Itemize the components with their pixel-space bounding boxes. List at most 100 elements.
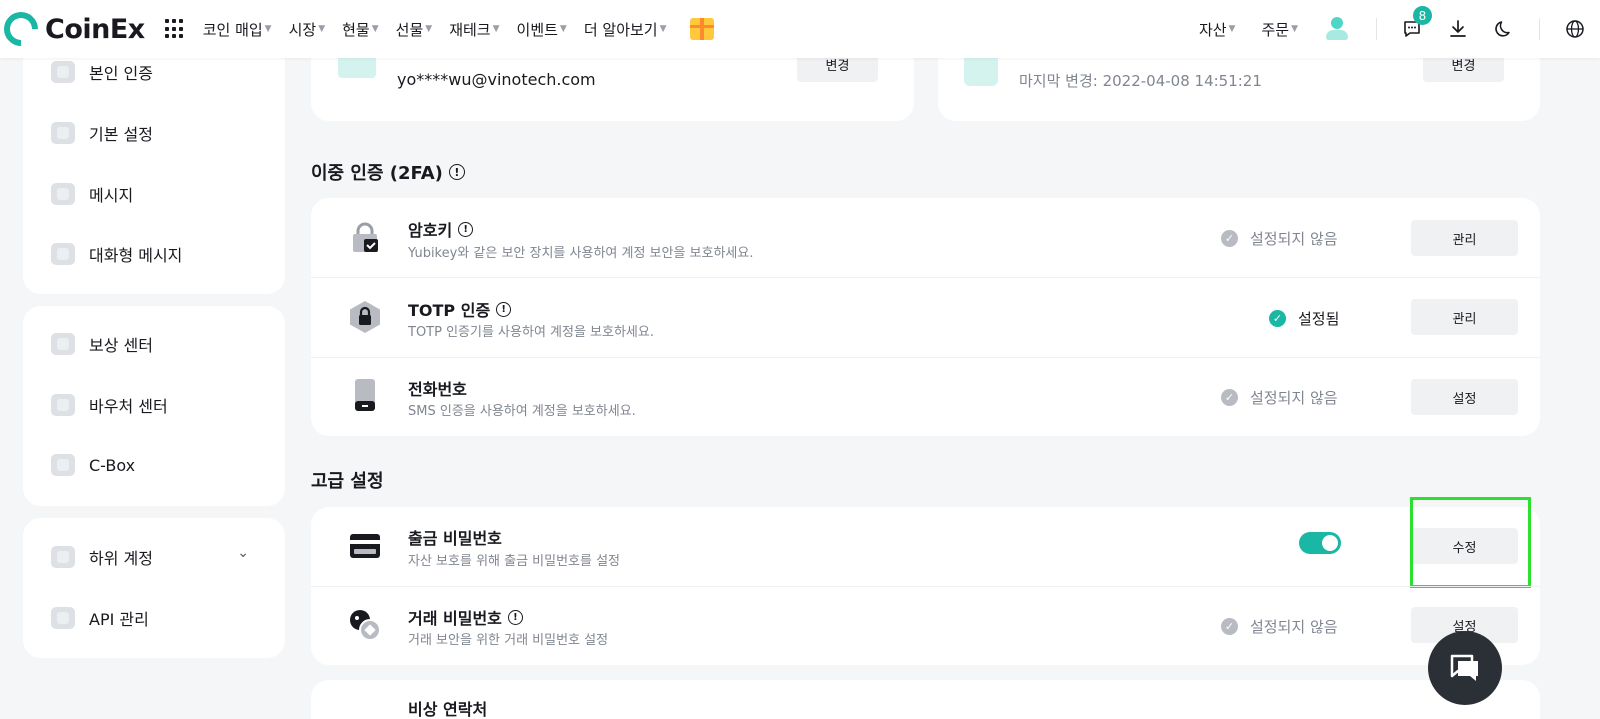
chevron-down-icon: ▼ (425, 24, 433, 34)
twofa-section-title: 이중 인증 (2FA)! (311, 159, 465, 185)
credit-card-icon (350, 534, 380, 558)
chat-icon (51, 243, 75, 265)
nav-buy-crypto[interactable]: 코인 매입 ▼ (203, 19, 272, 40)
chevron-down-icon: ▼ (264, 24, 272, 34)
totp-status: ✓ 설정됨 (1269, 308, 1339, 329)
messages-button[interactable]: 8 (1401, 6, 1432, 40)
sub-account-icon (51, 546, 75, 568)
logo-text: CoinEx (45, 13, 145, 45)
phone-description: SMS 인증을 사용하여 계정을 보호하세요. (408, 404, 636, 419)
info-icon[interactable]: ! (448, 164, 465, 180)
user-avatar-icon[interactable] (1324, 16, 1350, 42)
nav-finance[interactable]: 재테크 ▼ (449, 19, 499, 40)
top-navbar: CoinEx 코인 매입 ▼ 시장 ▼ 현물 ▼ 선물 ▼ 재테크 ▼ 이벤트 ▼ 더 알아… (0, 0, 1600, 58)
message-count-badge: 8 (1413, 6, 1432, 25)
advanced-section-title: 고급 설정 (311, 471, 384, 492)
coinex-logo[interactable]: CoinEx (0, 4, 145, 54)
password-last-changed: 마지막 변경: 2022-04-08 14:51:21 (1019, 72, 1262, 90)
emergency-contact-card: 비상 연락처 (311, 680, 1540, 719)
check-circle-icon: ✓ (1221, 618, 1238, 635)
main-nav: 코인 매입 ▼ 시장 ▼ 현물 ▼ 선물 ▼ 재테크 ▼ 이벤트 ▼ 더 알아보기 ▼ (195, 19, 676, 40)
nav-more[interactable]: 더 알아보기 ▼ (584, 19, 667, 40)
chevron-down-icon: ▼ (492, 24, 500, 34)
chevron-down-icon: ▼ (1228, 24, 1236, 34)
moon-icon (1495, 21, 1510, 37)
highlight-box (1410, 497, 1531, 588)
manage-totp-button[interactable]: 관리 (1411, 299, 1518, 335)
withdrawal-password-toggle[interactable] (1299, 532, 1341, 554)
chevron-down-icon[interactable]: ⌄ (237, 545, 249, 561)
passkey-status: ✓ 설정되지 않음 (1221, 228, 1338, 249)
support-chat-button[interactable] (1428, 631, 1502, 705)
voucher-icon (51, 394, 75, 416)
info-icon[interactable]: ! (507, 609, 523, 625)
phone-title: 전화번호 (408, 380, 467, 399)
language-button[interactable] (1564, 18, 1586, 40)
row-divider (311, 586, 1540, 587)
totp-title: TOTP 인증! (408, 297, 512, 321)
sidebar-item-voucher-center[interactable]: 바우처 센터 (51, 393, 168, 417)
theme-toggle-button[interactable] (1493, 18, 1515, 40)
info-icon[interactable]: ! (458, 221, 474, 237)
settings-icon (51, 122, 75, 144)
totp-description: TOTP 인증기를 사용하여 계정을 보호하세요. (408, 325, 654, 340)
chevron-down-icon: ▼ (659, 24, 667, 34)
withdrawal-password-description: 자산 보호를 위해 출금 비밀번호를 설정 (408, 554, 621, 569)
withdrawal-password-title: 출금 비밀번호 (408, 529, 502, 548)
check-circle-icon: ✓ (1221, 230, 1238, 247)
chevron-down-icon: ▼ (318, 24, 326, 34)
nav-markets[interactable]: 시장 ▼ (289, 19, 326, 40)
api-icon (51, 607, 75, 629)
sidebar-item-interactive-messages[interactable]: 대화형 메시지 (51, 242, 182, 266)
chevron-down-icon: ▼ (371, 24, 379, 34)
trade-password-status: ✓ 설정되지 않음 (1221, 616, 1338, 637)
emergency-contact-title: 비상 연락처 (408, 700, 488, 719)
download-icon (1450, 20, 1466, 37)
message-icon (51, 183, 75, 205)
header-divider (1539, 18, 1540, 40)
assets-menu[interactable]: 자산 ▼ (1199, 19, 1236, 40)
sidebar-group-rewards: 보상 센터 바우처 센터 C-Box (23, 306, 285, 506)
sidebar-item-reward-center[interactable]: 보상 센터 (51, 332, 153, 356)
info-icon[interactable]: ! (496, 301, 512, 317)
check-circle-icon: ✓ (1221, 389, 1238, 406)
passkey-description: Yubikey와 같은 보안 장치를 사용하여 계정 보안을 보호하세요. (408, 246, 754, 261)
sidebar-item-sub-account[interactable]: 하위 계정 (51, 545, 153, 569)
sidebar-item-messages[interactable]: 메시지 (51, 182, 133, 206)
trade-coins-icon (350, 610, 381, 641)
header-right: 자산 ▼ 주문 ▼ 8 (1199, 0, 1600, 58)
sidebar-item-cbox[interactable]: C-Box (51, 454, 135, 476)
passkey-lock-icon (353, 222, 378, 252)
box-icon (51, 454, 75, 476)
manage-passkey-button[interactable]: 관리 (1411, 220, 1518, 256)
passkey-title: 암호키! (408, 217, 474, 241)
sidebar-group-account: 본인 인증 기본 설정 메시지 대화형 메시지 (23, 40, 285, 294)
trade-password-title: 거래 비밀번호! (408, 605, 523, 629)
nav-spot[interactable]: 현물 ▼ (342, 19, 379, 40)
gift-icon (51, 333, 75, 355)
gift-icon[interactable] (689, 18, 714, 40)
chevron-down-icon: ▼ (559, 24, 567, 34)
id-card-icon (51, 61, 75, 83)
apps-grid-icon[interactable] (164, 19, 185, 39)
trade-password-description: 거래 보안을 위한 거래 비밀번호 설정 (408, 633, 609, 648)
nav-futures[interactable]: 선물 ▼ (396, 19, 433, 40)
email-value: yo****wu@vinotech.com (397, 70, 596, 89)
sidebar-item-api-management[interactable]: API 관리 (51, 606, 149, 630)
coinex-logo-mark-icon (0, 4, 46, 54)
sidebar-item-identity[interactable]: 본인 인증 (51, 60, 153, 84)
totp-shield-icon (350, 301, 380, 333)
nav-events[interactable]: 이벤트 ▼ (517, 19, 567, 40)
header-divider (1376, 18, 1377, 40)
row-divider (311, 357, 1540, 358)
download-button[interactable] (1447, 18, 1469, 40)
phone-icon (355, 379, 375, 411)
row-divider (311, 277, 1540, 278)
sidebar-item-basic-settings[interactable]: 기본 설정 (51, 121, 153, 145)
check-circle-icon: ✓ (1269, 310, 1286, 327)
phone-status: ✓ 설정되지 않음 (1221, 387, 1338, 408)
setup-phone-button[interactable]: 설정 (1411, 379, 1518, 415)
sidebar-group-advanced: 하위 계정 ⌄ API 관리 (23, 518, 285, 658)
orders-menu[interactable]: 주문 ▼ (1261, 19, 1298, 40)
chevron-down-icon: ▼ (1291, 24, 1298, 34)
